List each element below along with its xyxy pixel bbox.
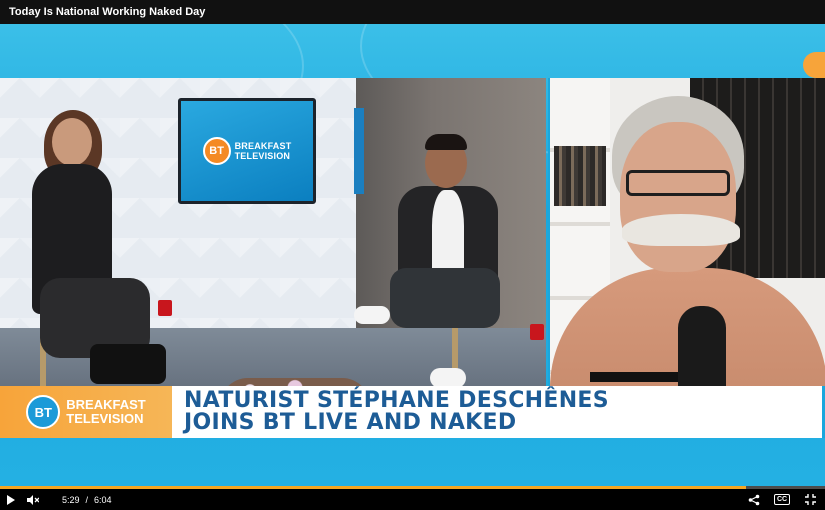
headline-line2: JOINS BT LIVE AND NAKED (184, 410, 517, 435)
lower-third-banner: BT BREAKFAST TELEVISION NATURIST STÉPHAN… (0, 386, 825, 438)
play-icon[interactable] (0, 489, 22, 510)
books (554, 146, 606, 206)
guest-video-panel (548, 78, 825, 410)
host-right-shoe (430, 368, 466, 388)
right-controls: CC (743, 489, 825, 510)
time-display: 5:29 / 6:04 (62, 495, 112, 505)
volume-muted-icon[interactable] (22, 489, 44, 510)
lower-third-headline: NATURIST STÉPHANE DESCHÊNES JOINS BT LIV… (172, 386, 825, 438)
lower-third-brand-line2: TELEVISION (66, 411, 144, 426)
lower-third-brand-line1: BREAKFAST (66, 397, 146, 412)
headline-line1: NATURIST STÉPHANE DESCHÊNES (184, 388, 609, 413)
studio-monitor: BT BREAKFAST TELEVISION (178, 98, 316, 204)
monitor-brand-text: BREAKFAST TELEVISION (235, 141, 292, 161)
host-right-legs (390, 268, 500, 328)
closed-captions-icon[interactable]: CC (771, 489, 793, 510)
video-player[interactable]: Today Is National Working Naked Day BT B… (0, 0, 825, 510)
studio-panel: BT BREAKFAST TELEVISION (0, 78, 546, 410)
video-frame[interactable]: BT BREAKFAST TELEVISION BT BREAKFAST TEL… (0, 24, 825, 486)
host-left-head (52, 118, 92, 166)
host-right-hair (425, 134, 467, 150)
bt-logo-icon: BT (26, 395, 61, 429)
red-mug (530, 324, 544, 340)
guest-mustache (622, 214, 740, 246)
duration: 6:04 (94, 494, 112, 505)
side-monitor (354, 108, 364, 194)
guest-glasses (626, 170, 730, 196)
bt-logo-icon: BT (202, 137, 231, 165)
lower-third-brand-text: BREAKFAST TELEVISION (66, 398, 145, 426)
lower-third-brand: BT BREAKFAST TELEVISION (0, 386, 172, 438)
time-separator: / (85, 494, 89, 505)
orange-accent-tab (803, 52, 825, 78)
exit-fullscreen-icon[interactable] (799, 489, 821, 510)
share-icon[interactable] (743, 489, 765, 510)
host-right-shoe (354, 306, 390, 324)
video-title: Today Is National Working Naked Day (9, 6, 206, 18)
host-left-boots (90, 344, 166, 384)
video-title-bar: Today Is National Working Naked Day (0, 0, 825, 24)
monitor-brand-line1: BREAKFAST (234, 141, 292, 151)
host-right-shirt (432, 190, 464, 280)
player-controls: 5:29 / 6:04 CC (0, 489, 825, 510)
monitor-brand-line2: TELEVISION (234, 151, 291, 161)
current-time: 5:29 (62, 494, 80, 505)
guest-face (620, 122, 736, 272)
cc-label: CC (773, 494, 791, 505)
red-mug (158, 300, 172, 316)
